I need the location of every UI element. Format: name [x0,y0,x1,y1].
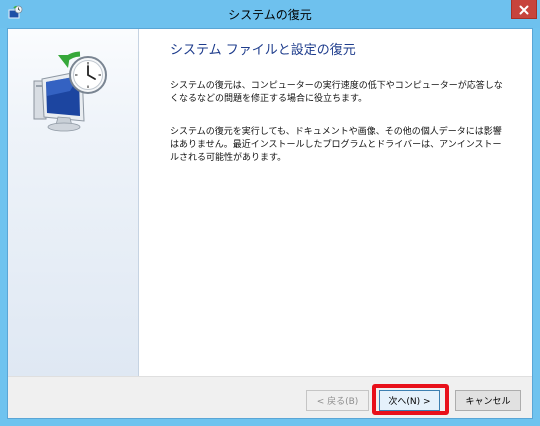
system-restore-clock-icon [26,51,116,135]
back-button[interactable]: < 戻る(B) [306,390,369,411]
next-button[interactable]: 次へ(N) > [379,390,440,411]
title-bar[interactable]: システムの復元 [0,0,540,28]
wizard-sidebar [8,29,139,376]
close-icon [519,0,529,19]
wizard-content: システム ファイルと設定の復元 システムの復元は、コンピューターの実行速度の低下… [139,29,532,376]
dialog-client-area: システム ファイルと設定の復元 システムの復元は、コンピューターの実行速度の低下… [7,28,533,419]
description-paragraph-1: システムの復元は、コンピューターの実行速度の低下やコンピューターが応答しなくなる… [170,81,503,104]
button-bar: < 戻る(B) 次へ(N) > キャンセル [8,376,532,418]
system-restore-window: システムの復元 システム ファイルと設定の復元 システムの復元は、コンピューター… [0,0,540,426]
cancel-button[interactable]: キャンセル [455,390,521,411]
close-button[interactable] [511,0,537,19]
window-title: システムの復元 [228,8,312,22]
page-heading: システム ファイルと設定の復元 [170,43,356,58]
description-paragraph-2: システムの復元を実行しても、ドキュメントや画像、その他の個人データには影響はあり… [170,127,502,163]
